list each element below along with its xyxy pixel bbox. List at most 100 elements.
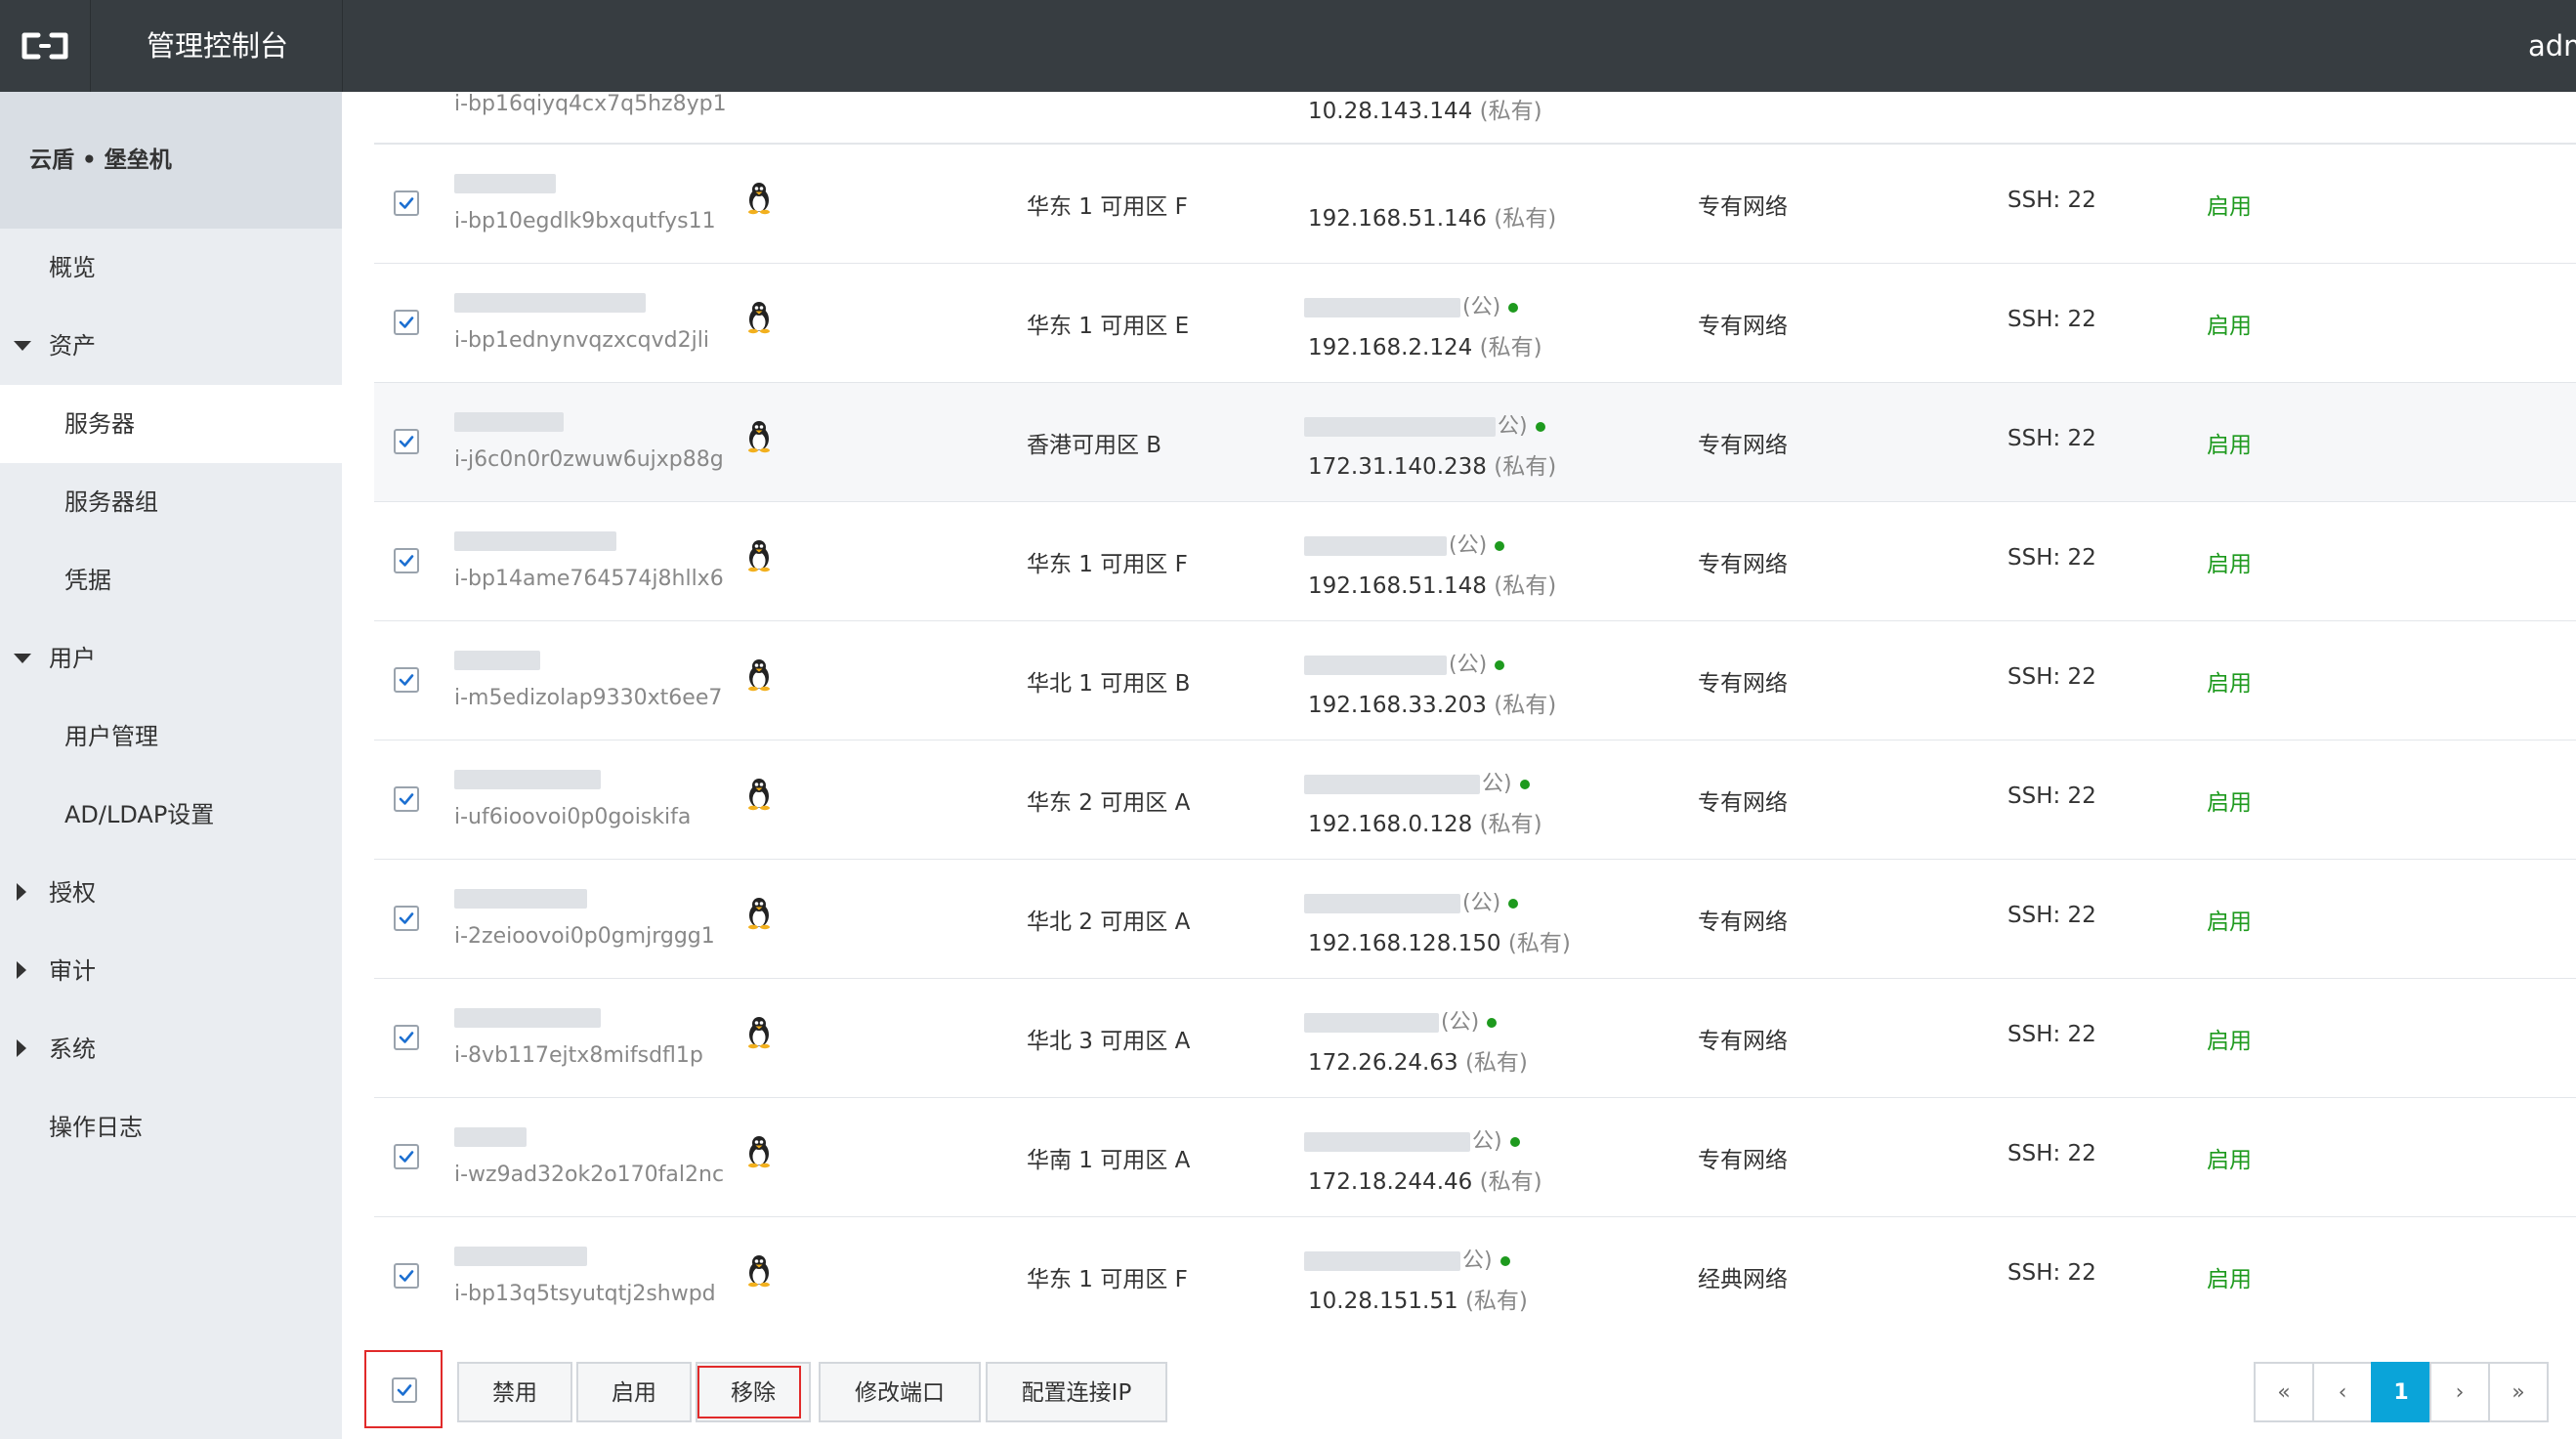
table-row[interactable]: i-m5edizolap9330xt6ee7 华北 1 可用区 B (公) 192.1… [374, 621, 2576, 741]
public-ip: (公) [1304, 885, 1519, 916]
public-ip-tag: 公) [1482, 772, 1512, 796]
modify-port-button[interactable]: 修改端口 [819, 1362, 981, 1422]
sidebar-item-overview[interactable]: 概览 [0, 229, 342, 307]
linux-penguin-icon [745, 182, 773, 215]
sidebar-group-authorization[interactable]: 授权 [0, 854, 342, 932]
private-ip-value: 192.168.33.203 [1308, 693, 1487, 718]
instance-id[interactable]: i-wz9ad32ok2o170fal2nc [454, 1163, 724, 1187]
instance-id[interactable]: i-uf6ioovoi0p0goiskifa [454, 805, 691, 829]
table-row[interactable]: i-wz9ad32ok2o170fal2nc 华南 1 可用区 A 公) 172.18… [374, 1098, 2576, 1218]
table-row[interactable]: i-uf6ioovoi0p0goiskifa 华东 2 可用区 A 公) 192.16… [374, 741, 2576, 861]
table-row[interactable]: i-bp14ame764574j8hllx6 华东 1 可用区 F (公) 192.1… [374, 502, 2576, 622]
top-bar: 管理控制台 adm [0, 0, 2576, 92]
public-ip-redacted [1304, 417, 1496, 437]
zone: 华北 2 可用区 A [1027, 910, 1191, 935]
sidebar-group-system[interactable]: 系统 [0, 1010, 342, 1088]
sidebar-item-server-groups[interactable]: 服务器组 [0, 463, 342, 541]
console-logo-icon[interactable] [0, 0, 91, 92]
row-checkbox[interactable] [394, 1144, 419, 1169]
caret-down-icon [14, 341, 31, 351]
private-ip-tag: (私有) [1494, 454, 1557, 480]
zone: 华南 1 可用区 A [1027, 1148, 1191, 1173]
row-checkbox[interactable] [394, 548, 419, 573]
checkbox-checked-icon [399, 1151, 414, 1163]
row-checkbox[interactable] [394, 310, 419, 335]
instance-id[interactable]: i-8vb117ejtx8mifsdfl1p [454, 1043, 703, 1068]
pagination-first[interactable]: « [2254, 1362, 2314, 1422]
sidebar-item-user-management[interactable]: 用户管理 [0, 698, 342, 776]
checkbox-checked-icon [399, 436, 414, 447]
row-checkbox[interactable] [394, 786, 419, 812]
public-ip-redacted [1304, 298, 1460, 317]
linux-penguin-icon [745, 1016, 773, 1049]
zone: 华东 1 可用区 F [1027, 1267, 1188, 1292]
online-status-dot [1508, 303, 1519, 313]
user-menu[interactable]: adm [2528, 0, 2576, 92]
table-row[interactable]: i-bp1ednynvqzxcqvd2jli 华东 1 可用区 E (公) 192.1… [374, 264, 2576, 384]
caret-down-icon [14, 654, 31, 663]
row-checkbox[interactable] [394, 190, 419, 216]
private-ip-value: 192.168.51.146 [1308, 206, 1487, 232]
instance-id[interactable]: i-bp13q5tsyutqtj2shwpd [454, 1282, 716, 1306]
private-ip: 192.168.128.150 (私有) [1308, 924, 1571, 957]
sidebar-item-operation-log[interactable]: 操作日志 [0, 1088, 342, 1166]
row-checkbox[interactable] [394, 429, 419, 454]
select-all-checkbox[interactable] [392, 1377, 417, 1403]
table-row[interactable]: i-j6c0n0r0zwuw6ujxp88g 香港可用区 B 公) 172.31.14… [374, 383, 2576, 503]
online-status-dot [1487, 1018, 1498, 1028]
instance-id[interactable]: i-bp14ame764574j8hllx6 [454, 567, 724, 591]
sidebar-item-label: 用户管理 [64, 723, 158, 750]
row-checkbox[interactable] [394, 1025, 419, 1050]
table-row[interactable]: i-2zeioovoi0p0gmjrggg1 华北 2 可用区 A (公) 192.1… [374, 860, 2576, 980]
instance-id[interactable]: i-m5edizolap9330xt6ee7 [454, 686, 722, 710]
pagination-last[interactable]: » [2488, 1362, 2549, 1422]
online-status-dot [1499, 1256, 1510, 1266]
sidebar-group-users[interactable]: 用户 [0, 619, 342, 698]
instance-id[interactable]: i-bp10egdlk9bxqutfys11 [454, 209, 716, 233]
public-ip-redacted [1304, 1013, 1439, 1033]
remove-button[interactable]: 移除 [696, 1362, 811, 1422]
private-ip: 10.28.151.51 (私有) [1308, 1282, 1528, 1315]
sidebar-group-assets[interactable]: 资产 [0, 307, 342, 385]
public-ip-tag: (公) [1449, 653, 1488, 677]
pagination-prev[interactable]: ‹ [2312, 1362, 2373, 1422]
zone: 华北 1 可用区 B [1027, 671, 1191, 697]
private-ip-value: 10.28.151.51 [1308, 1289, 1458, 1314]
protocol-port: SSH: 22 [2007, 1022, 2096, 1047]
instance-id[interactable]: i-2zeioovoi0p0gmjrggg1 [454, 924, 715, 949]
public-ip-redacted [1304, 894, 1460, 913]
table-row[interactable]: i-bp10egdlk9bxqutfys11 华东 1 可用区 F 192.168.… [374, 145, 2576, 265]
instance-id[interactable]: i-j6c0n0r0zwuw6ujxp88g [454, 447, 724, 472]
private-ip-value: 192.168.0.128 [1308, 812, 1473, 837]
protocol-port: SSH: 22 [2007, 188, 2096, 213]
linux-penguin-icon [745, 897, 773, 930]
enable-button[interactable]: 启用 [576, 1362, 692, 1422]
instance-name-redacted [454, 174, 556, 193]
app-title[interactable]: 管理控制台 [147, 0, 288, 92]
table-row[interactable]: i-8vb117ejtx8mifsdfl1p 华北 3 可用区 A (公) 172.2… [374, 979, 2576, 1099]
sidebar-item-credentials[interactable]: 凭据 [0, 541, 342, 619]
pagination-current-page[interactable]: 1 [2371, 1362, 2431, 1422]
row-checkbox[interactable] [394, 906, 419, 931]
row-checkbox[interactable] [394, 1263, 419, 1289]
protocol-port: SSH: 22 [2007, 307, 2096, 332]
config-connect-ip-button[interactable]: 配置连接IP [986, 1362, 1167, 1422]
table-row[interactable]: i-bp13q5tsyutqtj2shwpd 华东 1 可用区 F 公) 10.28.… [374, 1217, 2576, 1337]
caret-right-icon [17, 961, 26, 979]
network-type: 专有网络 [1698, 314, 1788, 339]
sidebar-item-ad-ldap[interactable]: AD/LDAP设置 [0, 776, 342, 854]
pagination-next[interactable]: › [2429, 1362, 2490, 1422]
checkbox-checked-icon [399, 674, 414, 686]
private-ip-tag: (私有) [1479, 1169, 1542, 1195]
linux-penguin-icon [745, 1254, 773, 1288]
sidebar-item-servers[interactable]: 服务器 [0, 385, 342, 463]
table-row: i-bp16qiyq4cx7q5hz8yp1 10.28.143.144 (私有… [374, 92, 2576, 145]
status-enabled: 启用 [2207, 790, 2252, 816]
instance-id[interactable]: i-bp1ednynvqzxcqvd2jli [454, 328, 709, 353]
zone: 华东 2 可用区 A [1027, 790, 1191, 816]
row-checkbox[interactable] [394, 667, 419, 693]
public-ip-tag: 公) [1498, 414, 1528, 439]
sidebar-group-audit[interactable]: 审计 [0, 932, 342, 1010]
disable-button[interactable]: 禁用 [457, 1362, 572, 1422]
checkbox-checked-icon [399, 197, 414, 209]
